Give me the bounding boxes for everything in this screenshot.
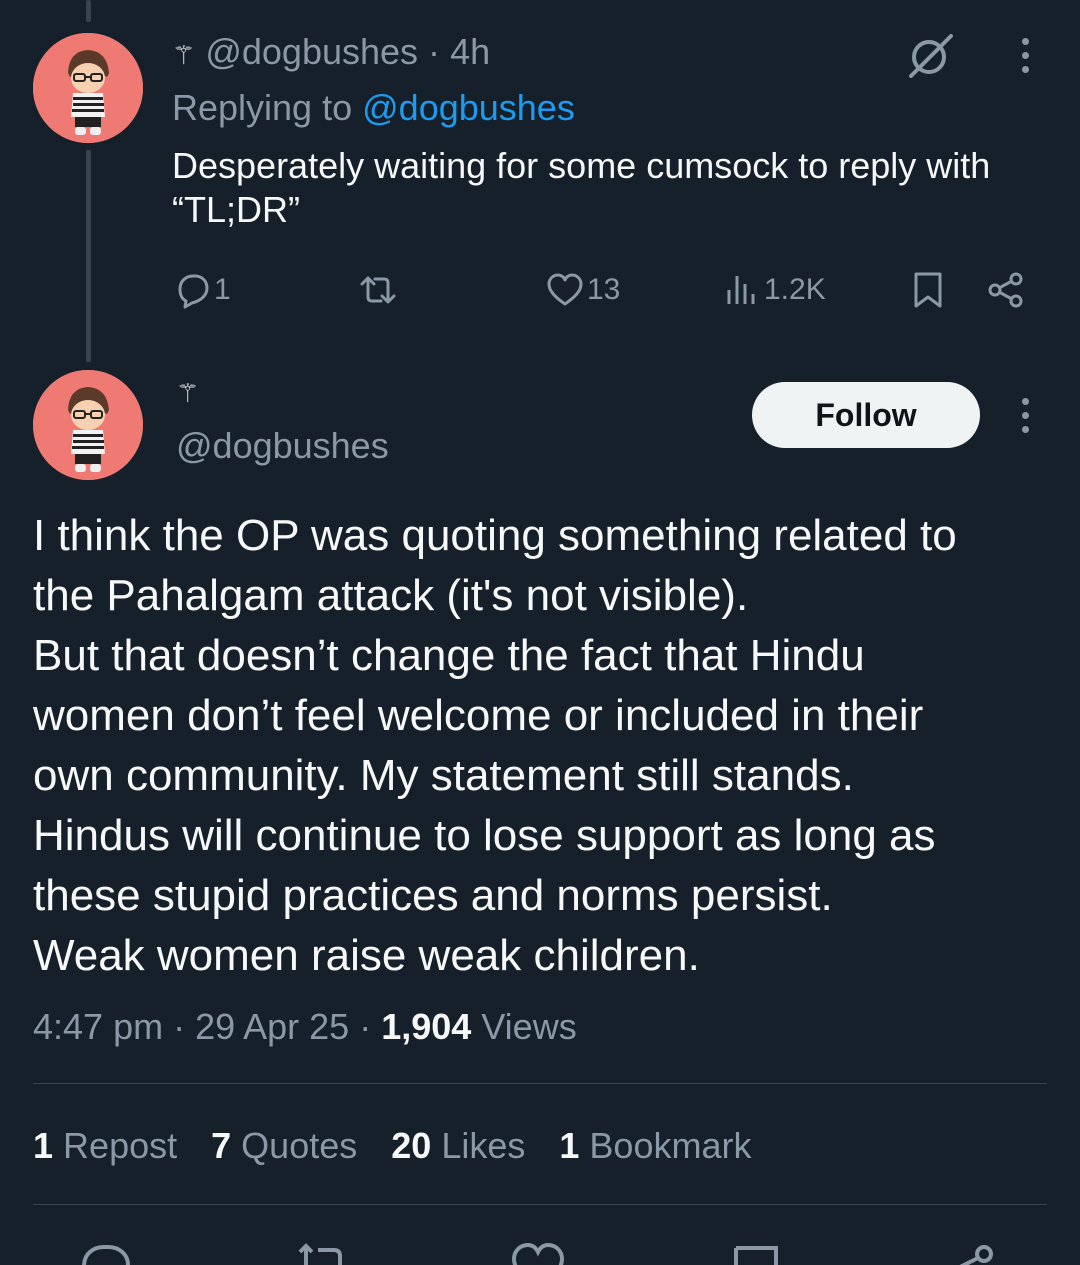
likes-stat[interactable]: 20 Likes — [391, 1124, 525, 1168]
reply-button[interactable]: 1 — [172, 264, 231, 316]
main-handle[interactable]: @dogbushes — [176, 424, 389, 468]
reply-count: 1 — [214, 273, 231, 306]
tweet-meta: 4:47 pm · 29 Apr 25 · 1,904 Views — [33, 1006, 577, 1047]
reply-icon[interactable] — [76, 1238, 136, 1265]
replying-prefix: Replying to — [172, 87, 353, 128]
avatar[interactable] — [33, 370, 143, 480]
more-icon[interactable] — [1015, 30, 1035, 80]
views-icon — [727, 276, 755, 304]
reply-handle[interactable]: @dogbushes — [205, 31, 418, 72]
more-icon[interactable] — [1015, 390, 1035, 440]
avatar[interactable] — [33, 33, 143, 143]
engagement-stats: 1 Repost 7 Quotes 20 Likes 1 Bookmark — [33, 1124, 751, 1168]
quotes-stat[interactable]: 7 Quotes — [211, 1124, 357, 1168]
replying-to: Replying to @dogbushes — [172, 86, 575, 130]
repost-icon[interactable] — [290, 1238, 350, 1265]
repost-icon — [360, 276, 396, 304]
thread-line — [86, 150, 91, 362]
like-count: 13 — [587, 273, 621, 306]
tweet-time[interactable]: 4:47 pm — [33, 1006, 163, 1047]
bookmarks-stat[interactable]: 1 Bookmark — [559, 1124, 751, 1168]
views-count: 1.2K — [764, 273, 826, 306]
reposts-stat[interactable]: 1 Repost — [33, 1124, 177, 1168]
tweet-text: I think the OP was quoting something rel… — [33, 511, 957, 980]
follow-button[interactable]: Follow — [752, 382, 980, 448]
reply-icon — [178, 274, 209, 309]
mascot-icon: ⚚ — [176, 378, 200, 408]
reply-header: ⚚ @dogbushes · 4h — [172, 30, 490, 77]
bookmark-button[interactable] — [908, 264, 948, 316]
views-label: Views — [481, 1006, 577, 1047]
mascot-icon: ⚚ — [172, 40, 196, 70]
views-count: 1,904 — [381, 1006, 472, 1047]
views-button[interactable]: 1.2K — [722, 264, 826, 316]
separator: · — [428, 31, 441, 72]
grok-icon[interactable] — [905, 30, 955, 80]
share-button[interactable] — [986, 264, 1026, 316]
share-icon[interactable] — [944, 1238, 1004, 1265]
repost-button[interactable] — [358, 264, 400, 316]
tweet-date[interactable]: 29 Apr 25 — [195, 1006, 349, 1047]
thread-line-top — [86, 0, 91, 22]
bookmark-icon[interactable] — [726, 1238, 786, 1265]
bookmark-icon — [914, 272, 942, 308]
share-icon — [988, 272, 1023, 308]
like-icon[interactable] — [508, 1238, 568, 1265]
reply-time[interactable]: 4h — [450, 31, 490, 72]
divider — [33, 1083, 1047, 1084]
replying-handle[interactable]: @dogbushes — [362, 87, 575, 128]
divider — [33, 1204, 1047, 1205]
reply-actions: 1 13 1.2K — [0, 264, 1080, 316]
main-actions — [0, 1238, 1080, 1265]
like-button[interactable]: 13 — [545, 264, 620, 316]
like-icon — [547, 273, 583, 306]
reply-text: Desperately waiting for some cumsock to … — [172, 145, 991, 230]
